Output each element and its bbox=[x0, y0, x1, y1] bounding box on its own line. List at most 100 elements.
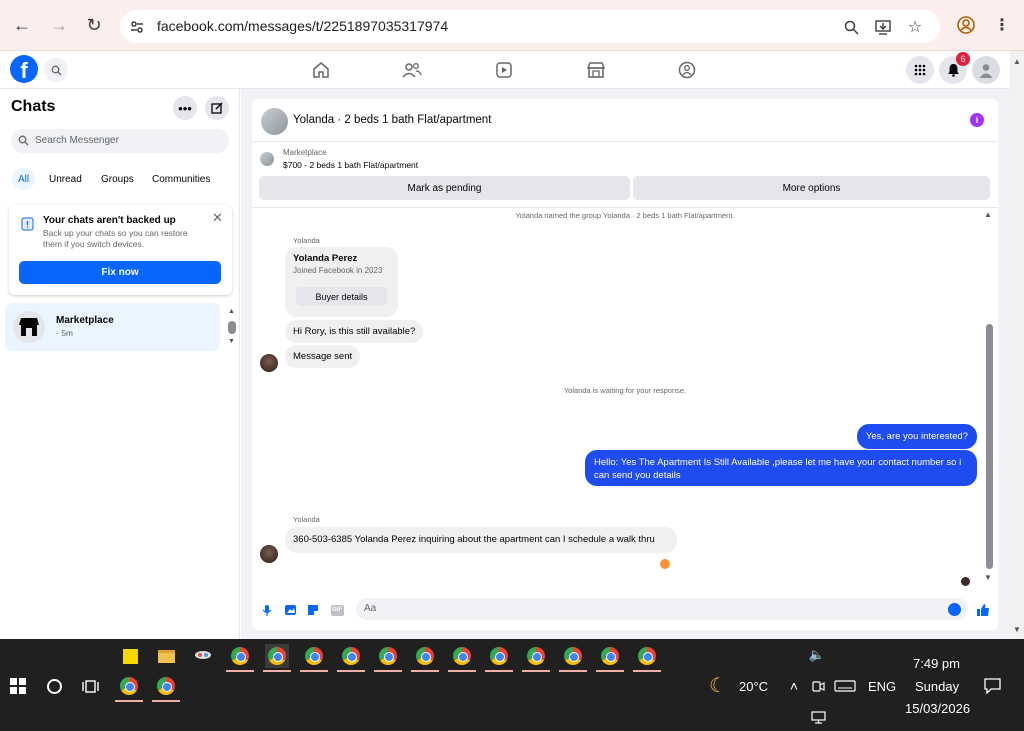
search-messenger-input[interactable]: Search Messenger bbox=[11, 129, 229, 153]
filter-groups[interactable]: Groups bbox=[95, 168, 140, 190]
marketplace-label: Marketplace bbox=[283, 148, 327, 157]
incoming-message[interactable]: Message sent bbox=[285, 345, 361, 368]
menu-grid-icon[interactable] bbox=[906, 56, 934, 84]
meet-now-icon[interactable] bbox=[806, 674, 830, 698]
buyer-details-button[interactable]: Buyer details bbox=[296, 287, 387, 306]
taskbar-indicator bbox=[152, 700, 180, 702]
zoom-icon[interactable] bbox=[840, 16, 862, 38]
chrome-icon[interactable] bbox=[154, 674, 178, 698]
chrome-icon[interactable] bbox=[524, 644, 548, 668]
sidebar-scroll-down-icon[interactable]: ▼ bbox=[228, 338, 235, 345]
url-text[interactable]: facebook.com/messages/t/2251897035317974 bbox=[157, 18, 448, 34]
chat-scrollbar-thumb[interactable] bbox=[986, 324, 993, 569]
filter-unread[interactable]: Unread bbox=[43, 168, 88, 190]
sticky-notes-icon[interactable] bbox=[118, 644, 142, 668]
chrome-icon[interactable] bbox=[117, 674, 141, 698]
keyboard-icon[interactable] bbox=[833, 674, 857, 698]
emoji-icon[interactable] bbox=[948, 603, 961, 616]
language-indicator[interactable]: ENG bbox=[868, 679, 896, 694]
chrome-icon[interactable] bbox=[561, 644, 585, 668]
taskbar-indicator bbox=[596, 670, 624, 672]
chrome-icon[interactable] bbox=[487, 644, 511, 668]
clock-day[interactable]: Sunday bbox=[915, 679, 959, 694]
microphone-icon[interactable] bbox=[260, 603, 274, 617]
sidebar-scroll-up-icon[interactable]: ▲ bbox=[228, 308, 235, 315]
chat-scroll-down-icon[interactable]: ▼ bbox=[984, 573, 992, 582]
marketplace-icon[interactable] bbox=[585, 59, 607, 81]
home-icon[interactable] bbox=[310, 59, 332, 81]
clock-date[interactable]: 15/03/2026 bbox=[905, 701, 970, 716]
fix-now-button[interactable]: Fix now bbox=[19, 261, 221, 284]
message-input[interactable]: Aa bbox=[356, 598, 968, 620]
chrome-icon[interactable] bbox=[376, 644, 400, 668]
chrome-icon[interactable] bbox=[228, 644, 252, 668]
chrome-icon[interactable] bbox=[598, 644, 622, 668]
close-icon[interactable]: ✕ bbox=[212, 210, 223, 226]
filter-communities[interactable]: Communities bbox=[146, 168, 216, 190]
chrome-icon[interactable] bbox=[450, 644, 474, 668]
account-avatar[interactable] bbox=[972, 56, 1000, 84]
conversation-title[interactable]: Yolanda · 2 beds 1 bath Flat/apartment bbox=[293, 114, 491, 126]
notification-center-icon[interactable] bbox=[980, 674, 1004, 698]
file-explorer-icon[interactable] bbox=[154, 644, 178, 668]
chrome-icon[interactable] bbox=[339, 644, 363, 668]
groups-icon[interactable] bbox=[676, 59, 698, 81]
sender-avatar[interactable] bbox=[260, 545, 278, 563]
facebook-navbar: f 6 bbox=[0, 51, 1010, 89]
task-view-icon[interactable] bbox=[78, 674, 102, 698]
back-icon[interactable]: ← bbox=[9, 12, 35, 38]
install-icon[interactable] bbox=[872, 16, 894, 38]
incoming-message[interactable]: 360-503-6385 Yolanda Perez inquiring abo… bbox=[285, 527, 677, 553]
windows-start-icon[interactable] bbox=[6, 674, 30, 698]
forward-icon[interactable]: → bbox=[46, 12, 72, 38]
network-icon[interactable] bbox=[806, 705, 830, 729]
new-message-icon[interactable] bbox=[205, 96, 229, 120]
chrome-icon[interactable] bbox=[635, 644, 659, 668]
address-bar[interactable]: facebook.com/messages/t/2251897035317974… bbox=[120, 10, 940, 43]
info-icon[interactable]: i bbox=[970, 113, 984, 127]
page-scrollbar[interactable]: ▲ ▼ bbox=[1010, 51, 1024, 639]
chats-sidebar: Chats ••• Search Messenger All Unread Gr… bbox=[0, 89, 240, 639]
more-options-button[interactable]: More options bbox=[633, 176, 990, 200]
divider bbox=[252, 207, 998, 208]
site-info-icon[interactable] bbox=[126, 16, 148, 38]
weather-temperature[interactable]: 20°C bbox=[739, 679, 768, 694]
photo-icon[interactable] bbox=[283, 603, 297, 617]
filter-all[interactable]: All bbox=[12, 168, 36, 190]
facebook-logo-icon[interactable]: f bbox=[10, 55, 38, 83]
outgoing-message[interactable]: Yes, are you interested? bbox=[856, 424, 977, 449]
chrome-icon[interactable] bbox=[302, 644, 326, 668]
chat-scroll-up-icon[interactable]: ▲ bbox=[984, 210, 992, 219]
listing-thumbnail bbox=[260, 152, 274, 166]
chat-list-item-marketplace[interactable]: Marketplace · 5m bbox=[5, 303, 220, 351]
more-options-icon[interactable]: ••• bbox=[173, 96, 197, 120]
menu-icon[interactable]: ⋮ bbox=[989, 12, 1015, 38]
search-circle-icon[interactable] bbox=[42, 674, 66, 698]
scroll-up-icon[interactable]: ▲ bbox=[1013, 57, 1021, 66]
video-icon[interactable] bbox=[493, 59, 515, 81]
mark-as-pending-button[interactable]: Mark as pending bbox=[259, 176, 630, 200]
friends-icon[interactable] bbox=[401, 59, 423, 81]
scroll-down-icon[interactable]: ▼ bbox=[1013, 625, 1021, 634]
incoming-message[interactable]: Hi Rory, is this still available? bbox=[285, 320, 424, 343]
search-icon[interactable] bbox=[44, 58, 68, 82]
gif-icon[interactable]: GIF bbox=[330, 603, 344, 617]
sender-avatar[interactable] bbox=[260, 354, 278, 372]
chrome-icon[interactable] bbox=[265, 644, 289, 668]
reload-icon[interactable]: ↻ bbox=[81, 12, 107, 38]
chrome-icon[interactable] bbox=[413, 644, 437, 668]
profile-icon[interactable] bbox=[953, 12, 979, 38]
chevron-up-icon[interactable]: ˄ bbox=[782, 674, 806, 698]
reaction-emoji-icon[interactable] bbox=[660, 559, 670, 569]
like-thumbs-up-icon[interactable] bbox=[976, 603, 990, 617]
network-app-icon[interactable] bbox=[191, 644, 215, 668]
weather-moon-icon[interactable]: ☾ bbox=[706, 673, 730, 697]
outgoing-message[interactable]: Hello: Yes The Apartment Is Still Availa… bbox=[585, 450, 977, 486]
clock-time[interactable]: 7:49 pm bbox=[913, 656, 960, 671]
listing-price[interactable]: $700 - 2 beds 1 bath Flat/apartment bbox=[283, 160, 418, 170]
sticker-icon[interactable] bbox=[306, 603, 320, 617]
listing-avatar[interactable] bbox=[261, 108, 288, 135]
star-icon[interactable]: ☆ bbox=[904, 16, 926, 38]
sidebar-scrollbar-thumb[interactable] bbox=[228, 321, 236, 334]
volume-icon[interactable]: 🔈 bbox=[805, 643, 829, 667]
